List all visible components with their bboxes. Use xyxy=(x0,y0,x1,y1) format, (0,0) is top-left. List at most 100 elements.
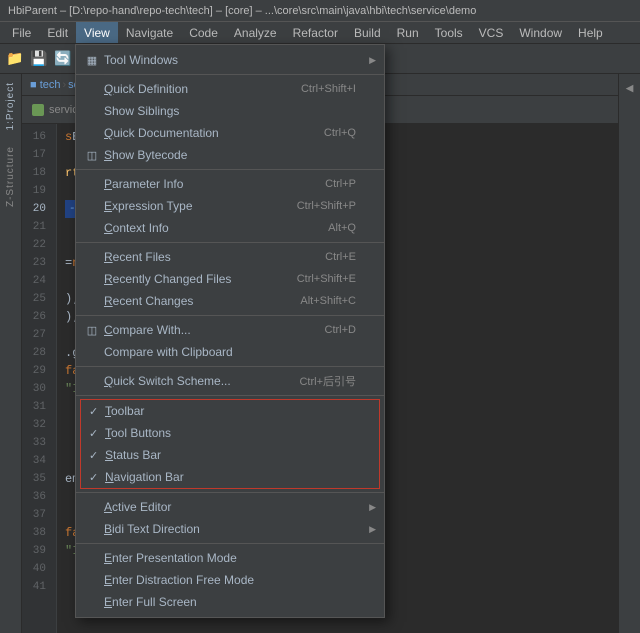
tool-buttons-check: ✓ xyxy=(89,427,105,440)
menu-vcs[interactable]: VCS xyxy=(471,22,512,43)
ln-37: 37 xyxy=(22,506,52,524)
menu-edit[interactable]: Edit xyxy=(39,22,76,43)
menu-help[interactable]: Help xyxy=(570,22,611,43)
tool-windows-label: Tool Windows xyxy=(104,53,372,67)
ln-32: 32 xyxy=(22,416,52,434)
status-bar-check: ✓ xyxy=(89,449,105,462)
menu-full-screen[interactable]: Enter Full Screen xyxy=(76,591,384,613)
menu-expression-type[interactable]: Expression Type Ctrl+Shift+P xyxy=(76,195,384,217)
menu-context-info[interactable]: Context Info Alt+Q xyxy=(76,217,384,239)
sidebar-structure-label[interactable]: Z-Structure xyxy=(2,138,19,215)
menu-recent-changes[interactable]: Recent Changes Alt+Shift+C xyxy=(76,290,384,312)
quick-def-icon xyxy=(84,81,100,97)
menu-navigation-bar[interactable]: ✓ Navigation Bar xyxy=(81,466,379,488)
ln-24: 24 xyxy=(22,272,52,290)
menu-code[interactable]: Code xyxy=(181,22,226,43)
expr-type-shortcut: Ctrl+Shift+P xyxy=(297,200,372,212)
quick-def-shortcut: Ctrl+Shift+I xyxy=(301,83,372,95)
nav-tech[interactable]: ■ tech xyxy=(30,79,61,91)
save-btn[interactable]: 💾 xyxy=(28,48,50,70)
menu-bidi-text[interactable]: Bidi Text Direction xyxy=(76,518,384,540)
compare-with-icon: ◫ xyxy=(84,322,100,338)
menu-active-editor[interactable]: Active Editor xyxy=(76,496,384,518)
ln-23: 23 xyxy=(22,254,52,272)
active-editor-icon xyxy=(84,499,100,515)
compare-clipboard-label: Compare with Clipboard xyxy=(104,345,372,359)
tool-buttons-label: Tool Buttons xyxy=(105,426,367,440)
show-bytecode-icon: ◫ xyxy=(84,147,100,163)
menu-build[interactable]: Build xyxy=(346,22,389,43)
quick-doc-label: Quick Documentation xyxy=(104,126,324,140)
menu-tool-windows[interactable]: ▦ Tool Windows xyxy=(76,49,384,71)
right-sidebar-label[interactable]: ▶ xyxy=(621,74,638,102)
sync-btn[interactable]: 🔄 xyxy=(52,48,74,70)
menu-show-bytecode[interactable]: ◫ Show Bytecode xyxy=(76,144,384,166)
show-siblings-label: Show Siblings xyxy=(104,104,372,118)
recent-files-label: Recent Files xyxy=(104,250,325,264)
menu-quick-definition[interactable]: Quick Definition Ctrl+Shift+I xyxy=(76,78,384,100)
sidebar-project-label[interactable]: 1:Project xyxy=(2,74,19,138)
menu-status-bar[interactable]: ✓ Status Bar xyxy=(81,444,379,466)
menu-recent-files[interactable]: Recent Files Ctrl+E xyxy=(76,246,384,268)
menu-compare-with[interactable]: ◫ Compare With... Ctrl+D xyxy=(76,319,384,341)
title-text: HbiParent – [D:\repo-hand\repo-tech\tech… xyxy=(8,5,476,17)
compare-with-shortcut: Ctrl+D xyxy=(325,324,372,336)
dropdown-menu-container: ▦ Tool Windows Quick Definition Ctrl+Shi… xyxy=(75,44,385,618)
ln-19: 19 xyxy=(22,182,52,200)
menu-quick-documentation[interactable]: Quick Documentation Ctrl+Q xyxy=(76,122,384,144)
menu-sep-7 xyxy=(76,492,384,493)
expr-type-icon xyxy=(84,198,100,214)
toolbar-label: Toolbar xyxy=(105,404,367,418)
menu-sep-6 xyxy=(76,395,384,396)
right-sidebar: ▶ xyxy=(618,74,640,633)
menu-recently-changed[interactable]: Recently Changed Files Ctrl+Shift+E xyxy=(76,268,384,290)
full-screen-label: Enter Full Screen xyxy=(104,595,372,609)
ln-20: 20 xyxy=(22,200,52,218)
menu-bar: File Edit View Navigate Code Analyze Ref… xyxy=(0,22,640,44)
menu-view[interactable]: View xyxy=(76,22,118,43)
ln-27: 27 xyxy=(22,326,52,344)
menu-toolbar[interactable]: ✓ Toolbar xyxy=(81,400,379,422)
ln-30: 30 xyxy=(22,380,52,398)
view-dropdown-menu: ▦ Tool Windows Quick Definition Ctrl+Shi… xyxy=(75,44,385,618)
checked-section: ✓ Toolbar ✓ Tool Buttons ✓ Status Bar ✓ … xyxy=(80,399,380,489)
status-bar-label: Status Bar xyxy=(105,448,367,462)
menu-tool-buttons[interactable]: ✓ Tool Buttons xyxy=(81,422,379,444)
context-info-shortcut: Alt+Q xyxy=(328,222,372,234)
distraction-free-icon xyxy=(84,572,100,588)
menu-analyze[interactable]: Analyze xyxy=(226,22,285,43)
bidi-text-label: Bidi Text Direction xyxy=(104,522,372,536)
recent-files-shortcut: Ctrl+E xyxy=(325,251,372,263)
open-file-btn[interactable]: 📁 xyxy=(4,48,26,70)
menu-file[interactable]: File xyxy=(4,22,39,43)
recently-changed-label: Recently Changed Files xyxy=(104,272,297,286)
menu-quick-switch[interactable]: Quick Switch Scheme... Ctrl+后引号 xyxy=(76,370,384,392)
menu-sep-2 xyxy=(76,169,384,170)
menu-parameter-info[interactable]: Parameter Info Ctrl+P xyxy=(76,173,384,195)
presentation-label: Enter Presentation Mode xyxy=(104,551,372,565)
menu-show-siblings[interactable]: Show Siblings xyxy=(76,100,384,122)
ln-31: 31 xyxy=(22,398,52,416)
ln-18: 18 xyxy=(22,164,52,182)
menu-window[interactable]: Window xyxy=(511,22,570,43)
recently-changed-icon xyxy=(84,271,100,287)
menu-presentation-mode[interactable]: Enter Presentation Mode xyxy=(76,547,384,569)
recent-changes-shortcut: Alt+Shift+C xyxy=(300,295,372,307)
recently-changed-shortcut: Ctrl+Shift+E xyxy=(297,273,372,285)
menu-compare-clipboard[interactable]: Compare with Clipboard xyxy=(76,341,384,363)
distraction-free-label: Enter Distraction Free Mode xyxy=(104,573,372,587)
param-info-icon xyxy=(84,176,100,192)
menu-run[interactable]: Run xyxy=(389,22,427,43)
ln-38: 38 xyxy=(22,524,52,542)
ln-33: 33 xyxy=(22,434,52,452)
menu-navigate[interactable]: Navigate xyxy=(118,22,181,43)
menu-distraction-free[interactable]: Enter Distraction Free Mode xyxy=(76,569,384,591)
ln-26: 26 xyxy=(22,308,52,326)
ln-22: 22 xyxy=(22,236,52,254)
ln-28: 28 xyxy=(22,344,52,362)
expr-type-label: Expression Type xyxy=(104,199,297,213)
menu-tools[interactable]: Tools xyxy=(427,22,471,43)
compare-with-label: Compare With... xyxy=(104,323,325,337)
ln-40: 40 xyxy=(22,560,52,578)
menu-refactor[interactable]: Refactor xyxy=(285,22,346,43)
